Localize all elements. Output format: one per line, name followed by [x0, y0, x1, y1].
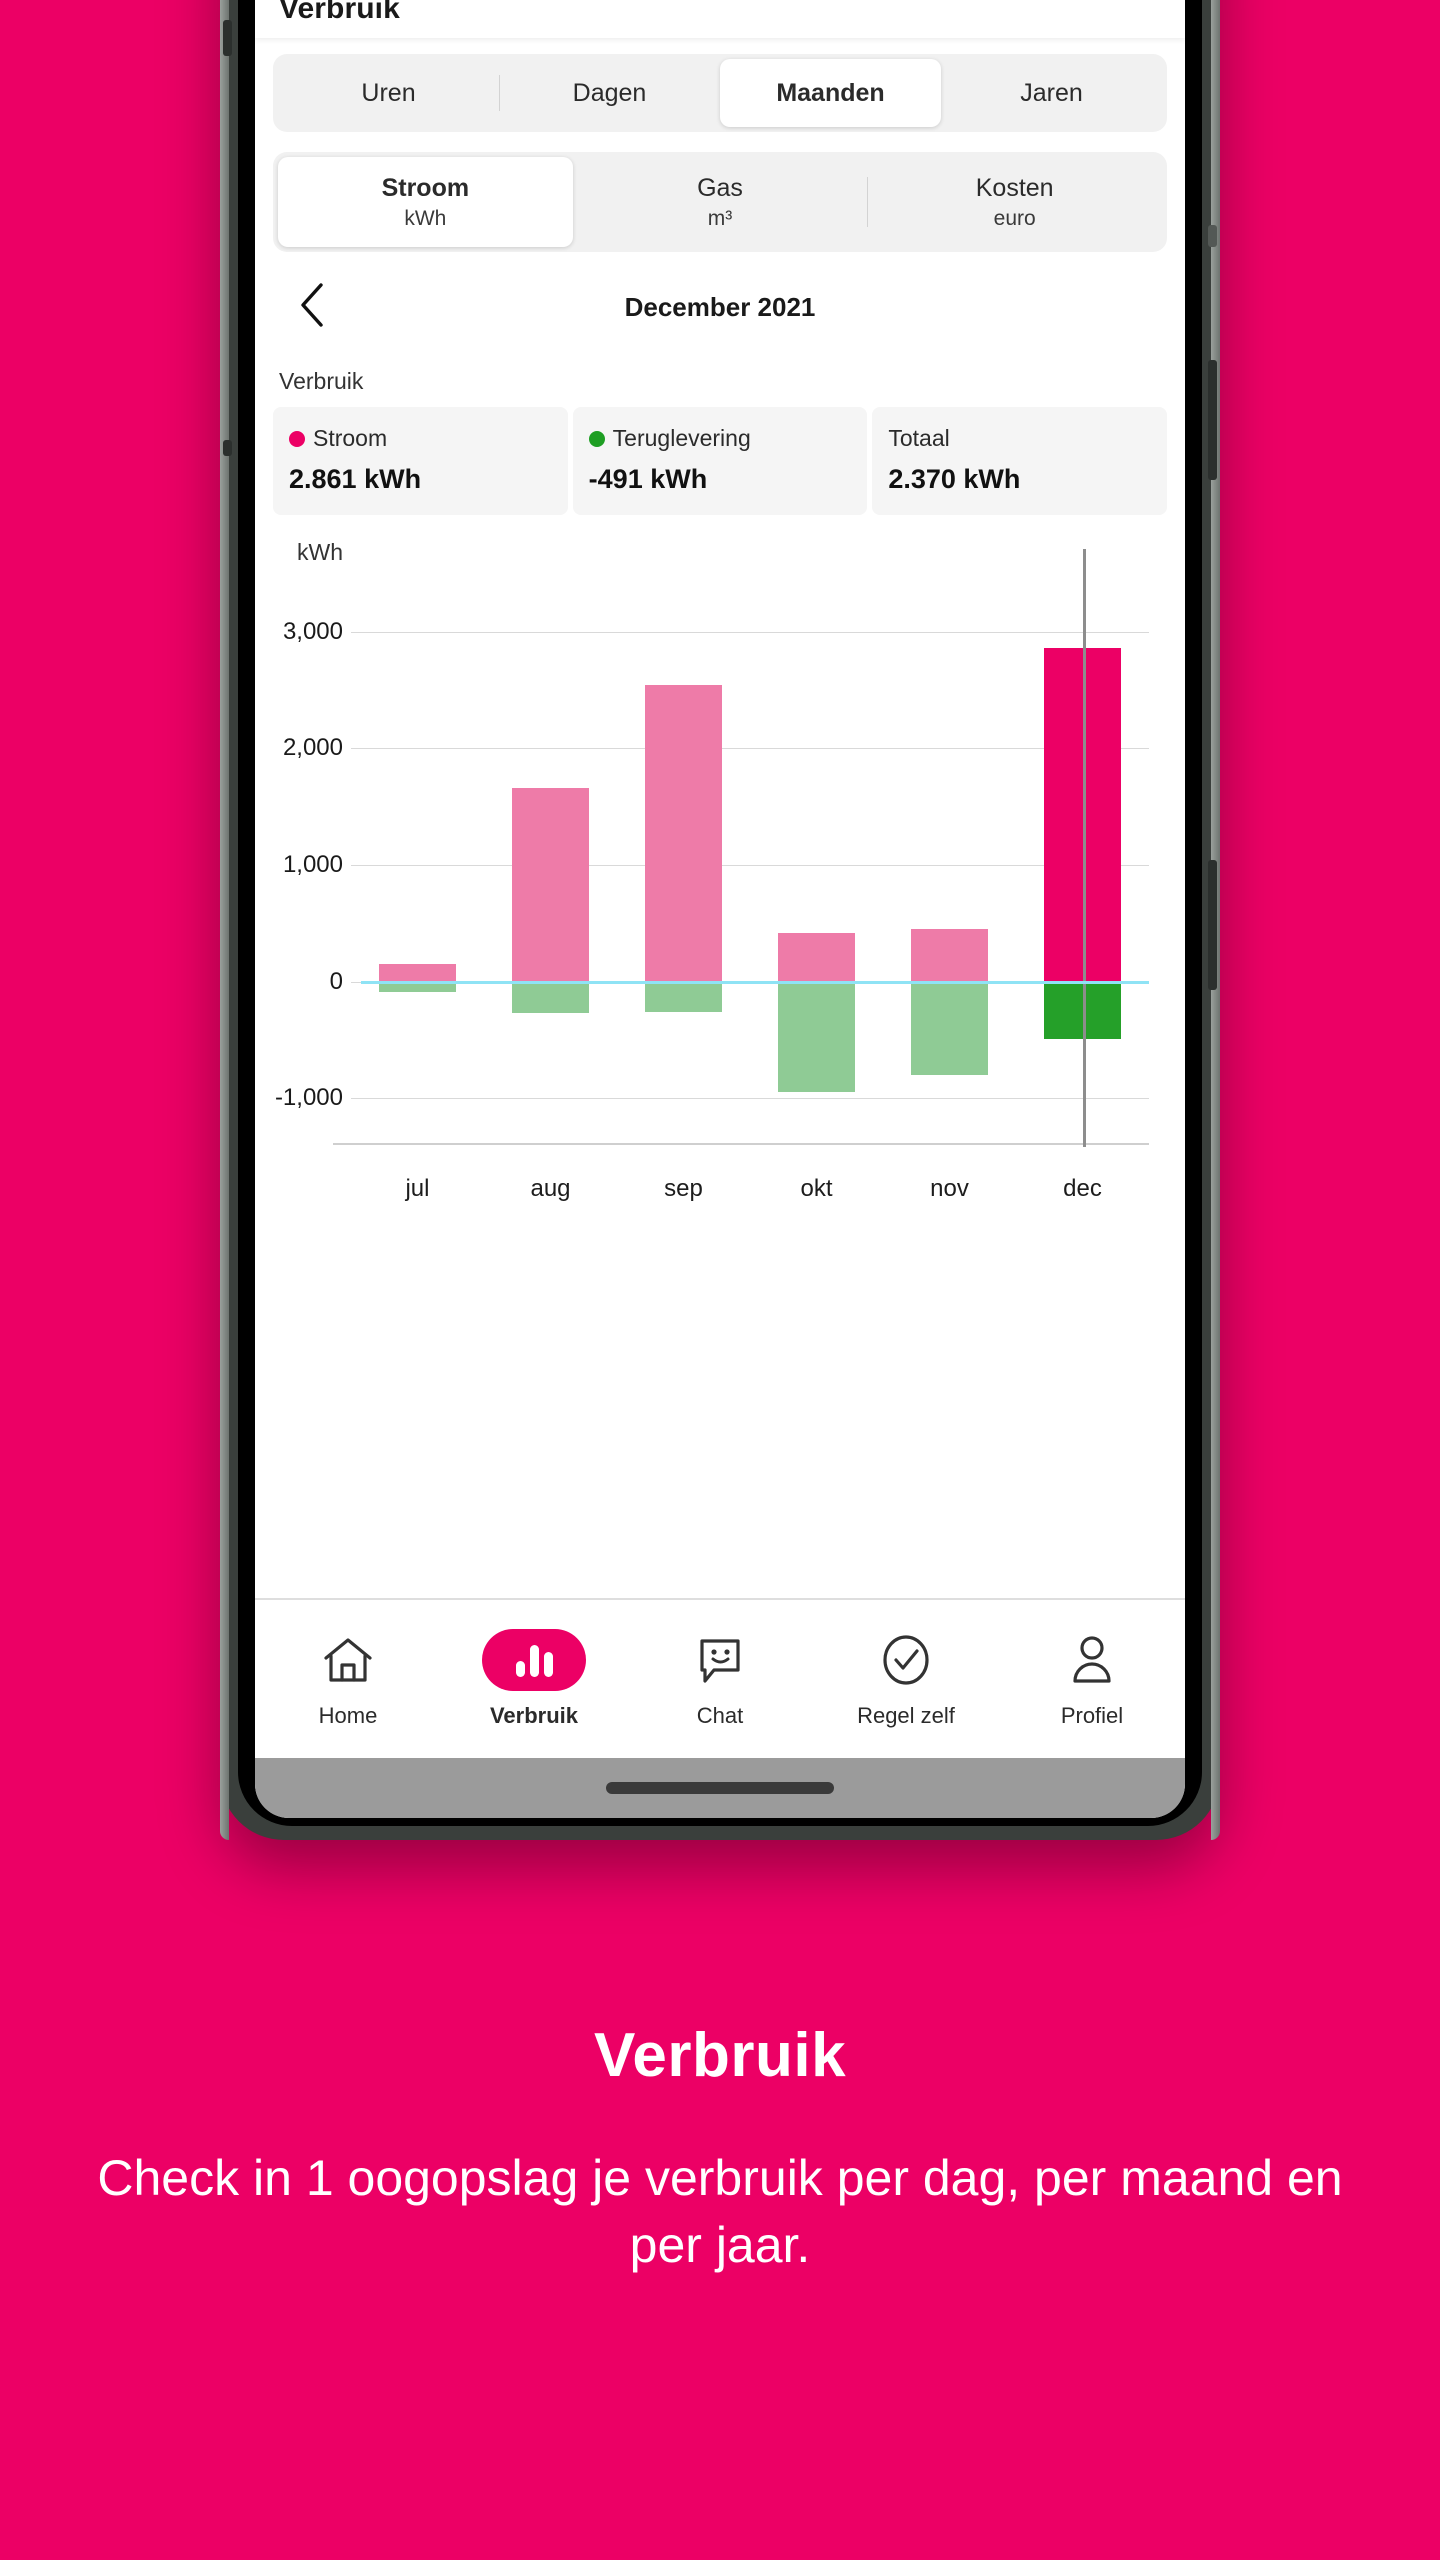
chart-bar-group[interactable]: [378, 585, 457, 1145]
chart-bar-teruglevering: [511, 981, 590, 1013]
tab-dagen-label: Dagen: [572, 78, 647, 107]
summary-section-label: Verbruik: [279, 368, 364, 394]
summary-card-totaal-label: Totaal: [888, 425, 950, 451]
chart-bar-group[interactable]: [777, 585, 856, 1145]
chart-y-tick-label: 0: [329, 967, 343, 995]
tab-uren-label: Uren: [361, 78, 416, 107]
chart-y-axis-unit: kWh: [297, 539, 343, 565]
chart-x-tick-label: dec: [1063, 1175, 1102, 1202]
stroom-color-dot: [289, 430, 305, 447]
chart-plot-area: 3,000 2,000 1,000 0 -1,000: [273, 549, 1167, 1147]
summary-card-totaal: Totaal 2.370 kWh: [872, 407, 1168, 515]
nav-item-profiel[interactable]: Profiel: [999, 1629, 1185, 1729]
nav-item-verbruik[interactable]: Verbruik: [441, 1629, 627, 1729]
tab-dagen[interactable]: Dagen: [499, 59, 720, 127]
tab-stroom[interactable]: Stroom kWh: [278, 157, 573, 247]
chart-bar-stroom: [644, 685, 723, 982]
android-system-nav: [255, 1758, 1185, 1818]
summary-card-teruglevering-label: Teruglevering: [612, 425, 751, 451]
tab-jaren-label: Jaren: [1020, 78, 1083, 107]
summary-card-stroom: Stroom 2.861 kWh: [273, 407, 568, 515]
tab-stroom-label: Stroom: [381, 173, 470, 202]
chart-x-tick-label: okt: [800, 1175, 833, 1202]
home-icon: [321, 1629, 375, 1691]
tab-maanden[interactable]: Maanden: [720, 59, 941, 127]
tab-kosten[interactable]: Kosten euro: [867, 157, 1162, 247]
tab-gas-unit: m³: [707, 206, 733, 230]
summary-card-teruglevering-value: -491 kWh: [588, 464, 708, 494]
volume-up-button[interactable]: [1208, 360, 1217, 480]
bottom-navigation-bar: Home Verbruik Chat Regel zelf Profiel: [255, 1598, 1185, 1758]
power-button[interactable]: [1208, 225, 1217, 247]
chevron-left-icon: [297, 282, 327, 333]
summary-card-totaal-value: 2.370 kWh: [888, 464, 1021, 494]
summary-card-row: Stroom 2.861 kWh Teruglevering -491 kWh …: [273, 407, 1168, 515]
tab-stroom-unit: kWh: [404, 206, 447, 230]
nav-item-chat-label: Chat: [696, 1703, 744, 1728]
chart-bar-stroom: [777, 932, 856, 982]
chart-x-axis-labels: jul aug sep okt nov dec: [351, 1159, 1149, 1229]
app-header: Verbruik: [255, 0, 1185, 38]
phone-rail-left: [220, 0, 229, 1840]
period-tab-group: Uren Dagen Maanden Jaren: [273, 54, 1167, 132]
type-tab-group: Stroom kWh Gas m³ Kosten euro: [273, 152, 1167, 252]
chart-x-tick-label: aug: [530, 1175, 571, 1202]
app-scroll-body: Uren Dagen Maanden Jaren Stroom kWh Gas …: [255, 38, 1185, 1598]
chart-selection-cursor-line: [1082, 549, 1086, 1147]
nav-item-home[interactable]: Home: [255, 1629, 441, 1729]
nav-item-profiel-label: Profiel: [1060, 1703, 1124, 1728]
left-side-button-top[interactable]: [223, 20, 232, 56]
volume-down-button[interactable]: [1208, 860, 1217, 990]
tab-kosten-label: Kosten: [975, 173, 1054, 202]
chat-smiley-icon: [694, 1629, 746, 1691]
chart-y-tick-label: 3,000: [282, 617, 343, 645]
chart-bar-group[interactable]: [910, 585, 989, 1145]
marketing-copy: Verbruik Check in 1 oogopslag je verbrui…: [0, 2020, 1440, 2278]
chart-bar-group[interactable]: [511, 585, 590, 1145]
tab-uren[interactable]: Uren: [278, 59, 499, 127]
summary-card-teruglevering: Teruglevering -491 kWh: [572, 407, 868, 515]
summary-card-stroom-value: 2.861 kWh: [289, 464, 422, 494]
chart-y-tick-label: 2,000: [282, 734, 343, 762]
home-indicator-pill[interactable]: [606, 1782, 834, 1794]
summary-card-stroom-label: Stroom: [313, 425, 388, 451]
nav-item-chat[interactable]: Chat: [627, 1629, 813, 1729]
chart-bar-teruglevering: [910, 981, 989, 1075]
tab-kosten-unit: euro: [993, 206, 1036, 230]
chart-y-tick-label: -1,000: [274, 1084, 343, 1112]
chart-bar-stroom: [378, 964, 457, 982]
chart-y-tick-label: 1,000: [282, 851, 343, 878]
nav-item-regel-zelf-label: Regel zelf: [857, 1703, 955, 1728]
tab-jaren[interactable]: Jaren: [941, 59, 1162, 127]
phone-screen: Verbruik Uren Dagen Maanden Jaren Stroom…: [255, 0, 1185, 1818]
chart-x-tick-label: jul: [405, 1175, 430, 1202]
chart-bar-group[interactable]: [644, 585, 723, 1145]
bar-chart-icon: [482, 1629, 586, 1691]
check-circle-icon: [880, 1629, 932, 1691]
tab-gas-label: Gas: [697, 173, 743, 202]
page-title: Verbruik: [279, 0, 400, 25]
teruglevering-color-dot: [588, 430, 605, 447]
tab-maanden-label: Maanden: [776, 78, 885, 107]
chart-bar-teruglevering: [644, 981, 723, 1012]
nav-item-verbruik-label: Verbruik: [489, 1703, 579, 1728]
left-side-button-bottom[interactable]: [223, 440, 232, 456]
chart-bar-stroom: [910, 929, 989, 982]
chart-bar-stroom: [511, 788, 590, 982]
person-icon: [1068, 1629, 1116, 1691]
marketing-title: Verbruik: [593, 2021, 847, 2090]
chart-bars: [351, 549, 1149, 1147]
current-period-label: December 2021: [624, 291, 816, 322]
nav-item-regel-zelf[interactable]: Regel zelf: [813, 1629, 999, 1729]
chart-bar-teruglevering: [777, 981, 856, 1092]
chart-x-tick-label: sep: [664, 1175, 703, 1202]
period-navigator: December 2021: [273, 252, 1167, 362]
nav-item-home-label: Home: [318, 1703, 378, 1728]
chart-zero-line: [361, 980, 1149, 984]
previous-period-button[interactable]: [279, 274, 345, 340]
chart-x-tick-label: nov: [930, 1175, 969, 1202]
tab-gas[interactable]: Gas m³: [573, 157, 868, 247]
consumption-bar-chart[interactable]: kWh 3,000 2,000 1,000 0 -1,000 jul aug sep okt n…: [273, 539, 1167, 1229]
marketing-subtitle: Check in 1 oogopslag je verbruik per dag…: [97, 2150, 1343, 2273]
